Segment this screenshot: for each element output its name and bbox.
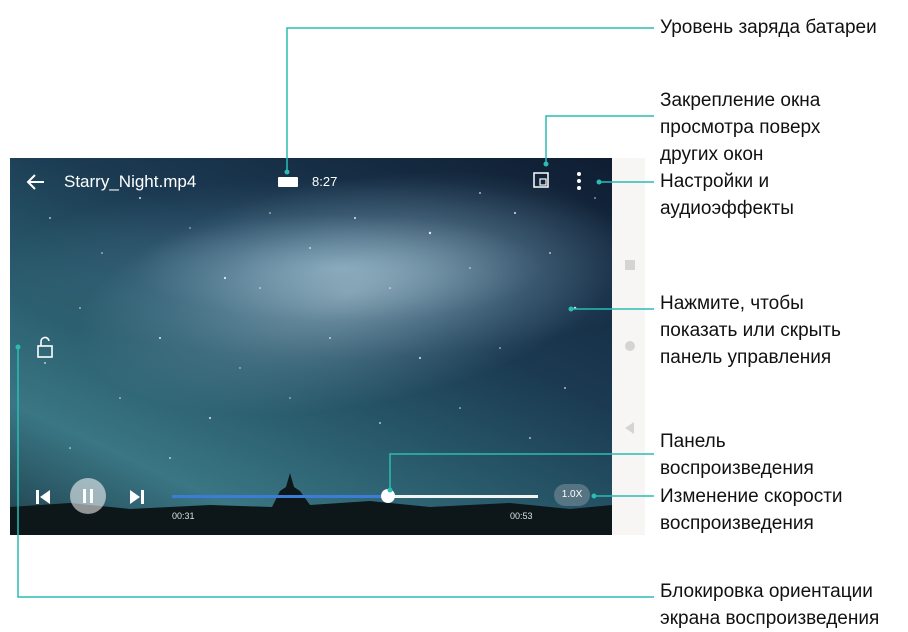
callout-battery-level: Уровень заряда батареи [660,17,877,38]
callout-settings: Настройки и аудиоэффекты [660,171,794,219]
more-vertical-icon[interactable] [574,170,584,192]
progress-knob[interactable] [380,489,395,503]
total-duration: 00:53 [510,511,533,521]
skip-previous-icon[interactable] [34,488,52,506]
pause-icon [83,489,93,503]
callout-pin-window: Закрепление окна просмотра поверх других… [660,90,821,165]
video-player-screen[interactable]: Starry_Night.mp4 8:27 00:31 00:53 1.0X [10,158,612,535]
system-navigation-bar [612,158,645,535]
recent-apps-icon[interactable] [625,260,635,270]
home-icon[interactable] [625,341,635,351]
callout-playback-bar: Панель воспроизведения [660,431,814,479]
clock-time: 8:27 [312,174,338,189]
progress-fill [172,495,388,498]
video-title: Starry_Night.mp4 [64,172,197,191]
battery-icon [278,177,298,187]
back-arrow-icon[interactable] [24,170,48,194]
playback-speed-button[interactable]: 1.0X [554,484,590,506]
pause-button[interactable] [70,478,106,514]
pip-window-icon[interactable] [532,171,550,189]
callout-speed-change: Изменение скорости воспроизведения [660,486,843,534]
progress-bar[interactable] [172,489,538,503]
callout-toggle-panel: Нажмите, чтобы показать или скрыть панел… [660,293,841,368]
skip-next-icon[interactable] [128,488,146,506]
elapsed-time: 00:31 [172,511,195,521]
playback-controls: 00:31 00:53 1.0X [10,476,612,526]
nav-back-icon[interactable] [625,422,635,434]
unlock-orientation-icon[interactable] [36,336,54,358]
callout-orientation-lock: Блокировка ориентации экрана воспроизвед… [660,581,880,629]
